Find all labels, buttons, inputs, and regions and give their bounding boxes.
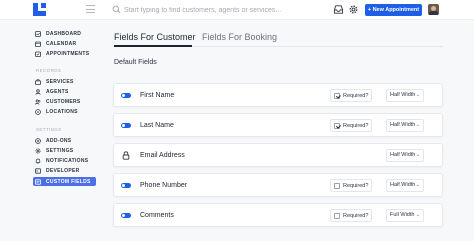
addons-icon [35, 137, 41, 144]
required-checkbox[interactable]: Required? [330, 209, 372, 222]
settings-heading: SETTINGS [36, 127, 62, 132]
notifications-icon [35, 158, 41, 164]
developer-icon [35, 167, 41, 174]
width-select-value: Half Width [390, 182, 416, 188]
chevron-down-icon: ⌄ [415, 92, 420, 98]
calendar-icon [35, 41, 41, 47]
tab-fields-for-booking[interactable]: Fields For Booking [202, 32, 277, 42]
checkbox-checked[interactable] [334, 122, 340, 129]
width-select-value: Half Width [390, 152, 416, 158]
chevron-down-icon: ⌄ [415, 182, 420, 188]
sidebar-item-developer[interactable]: DEVELOPER [33, 166, 96, 175]
agents-icon [35, 88, 41, 95]
active-tab-indicator [114, 45, 192, 47]
top-bar: + New Appointment [0, 0, 474, 20]
services-icon [35, 78, 41, 85]
sidebar: DASHBOARD CALENDAR APPOINTMENTS RECORDS … [0, 21, 100, 241]
sidebar-item-custom-fields[interactable]: CUSTOM FIELDS [33, 177, 96, 186]
sidebar-item-appointments[interactable]: APPOINTMENTS [33, 49, 96, 58]
sidebar-item-addons[interactable]: ADD-ONS [33, 136, 96, 145]
custom-fields-icon [35, 178, 41, 185]
lock-icon [122, 151, 130, 160]
sidebar-item-locations[interactable]: LOCATIONS [33, 107, 96, 116]
main-content: Fields For Customer Fields For Booking D… [100, 21, 474, 241]
field-row-email-address: Email Address Half Width ⌄ [113, 143, 443, 167]
width-select[interactable]: Half Width ⌄ [386, 179, 424, 192]
field-name: Last Name [140, 122, 174, 129]
required-label: Required? [343, 212, 369, 219]
field-row-last-name: Last Name Required? Half Width ⌄ [113, 113, 443, 137]
gear-icon[interactable] [348, 4, 359, 15]
new-appointment-button[interactable]: + New Appointment [365, 4, 422, 16]
sidebar-item-settings[interactable]: SETTINGS [33, 146, 96, 155]
enable-toggle[interactable] [121, 213, 131, 218]
search-icon [112, 5, 121, 14]
menu-icon[interactable] [86, 5, 95, 14]
required-label: Required? [343, 92, 369, 99]
chevron-down-icon: ⌄ [415, 152, 420, 158]
sidebar-item-label: APPOINTMENTS [46, 50, 90, 57]
sidebar-item-agents[interactable]: AGENTS [33, 87, 96, 96]
sidebar-item-label: CALENDAR [46, 40, 77, 47]
tab-fields-for-customer[interactable]: Fields For Customer [114, 32, 196, 42]
width-select-value: Half Width [390, 92, 416, 98]
required-checkbox[interactable]: Required? [330, 179, 372, 192]
settings-icon [35, 148, 41, 153]
field-name: Comments [140, 212, 174, 219]
enable-toggle[interactable] [121, 123, 131, 128]
field-name: Email Address [140, 152, 185, 159]
sidebar-item-label: AGENTS [46, 88, 69, 95]
sidebar-item-label: SERVICES [46, 78, 74, 85]
width-select[interactable]: Full Width ⌄ [386, 209, 424, 222]
width-select[interactable]: Half Width ⌄ [386, 119, 424, 132]
records-heading: RECORDS [36, 68, 62, 73]
field-row-comments: Comments Required? Full Width ⌄ [113, 203, 443, 227]
appointments-icon [35, 51, 41, 57]
field-row-first-name: First Name Required? Half Width ⌄ [113, 83, 443, 107]
logo[interactable] [33, 3, 46, 16]
required-checkbox[interactable]: Required? [330, 89, 372, 102]
field-name: Phone Number [140, 182, 188, 189]
sidebar-item-label: DASHBOARD [46, 30, 82, 37]
chevron-down-icon: ⌄ [415, 122, 420, 128]
enable-toggle[interactable] [121, 183, 131, 188]
field-row-phone-number: Phone Number Required? Half Width ⌄ [113, 173, 443, 197]
chevron-down-icon: ⌄ [415, 212, 420, 218]
dashboard-icon [35, 30, 41, 37]
sidebar-item-label: SETTINGS [46, 147, 74, 154]
sidebar-item-customers[interactable]: CUSTOMERS [33, 97, 96, 106]
search-input[interactable] [124, 3, 314, 17]
required-label: Required? [343, 122, 369, 129]
width-select[interactable]: Half Width ⌄ [386, 89, 424, 102]
section-title: Default Fields [114, 59, 157, 66]
sidebar-item-label: ADD-ONS [46, 137, 72, 144]
enable-toggle[interactable] [121, 93, 131, 98]
sidebar-item-label: LOCATIONS [46, 108, 78, 115]
sidebar-item-services[interactable]: SERVICES [33, 77, 96, 86]
width-select-value: Half Width [390, 122, 416, 128]
sidebar-item-calendar[interactable]: CALENDAR [33, 39, 96, 48]
locations-icon [35, 108, 41, 115]
field-name: First Name [140, 92, 175, 99]
width-select-value: Full Width [390, 212, 415, 218]
sidebar-item-notifications[interactable]: NOTIFICATIONS [33, 156, 96, 165]
customers-icon [35, 99, 41, 105]
checkbox-unchecked[interactable] [334, 182, 340, 189]
sidebar-item-label: CUSTOM FIELDS [46, 178, 91, 185]
required-checkbox[interactable]: Required? [330, 119, 372, 132]
inbox-icon[interactable] [333, 4, 344, 15]
avatar[interactable] [428, 4, 439, 15]
sidebar-item-dashboard[interactable]: DASHBOARD [33, 29, 96, 38]
required-label: Required? [343, 182, 369, 189]
sidebar-item-label: CUSTOMERS [46, 98, 81, 105]
checkbox-checked[interactable] [334, 92, 340, 99]
sidebar-item-label: NOTIFICATIONS [46, 157, 89, 164]
width-select[interactable]: Half Width ⌄ [386, 149, 424, 162]
sidebar-item-label: DEVELOPER [46, 167, 80, 174]
checkbox-unchecked[interactable] [334, 212, 340, 219]
